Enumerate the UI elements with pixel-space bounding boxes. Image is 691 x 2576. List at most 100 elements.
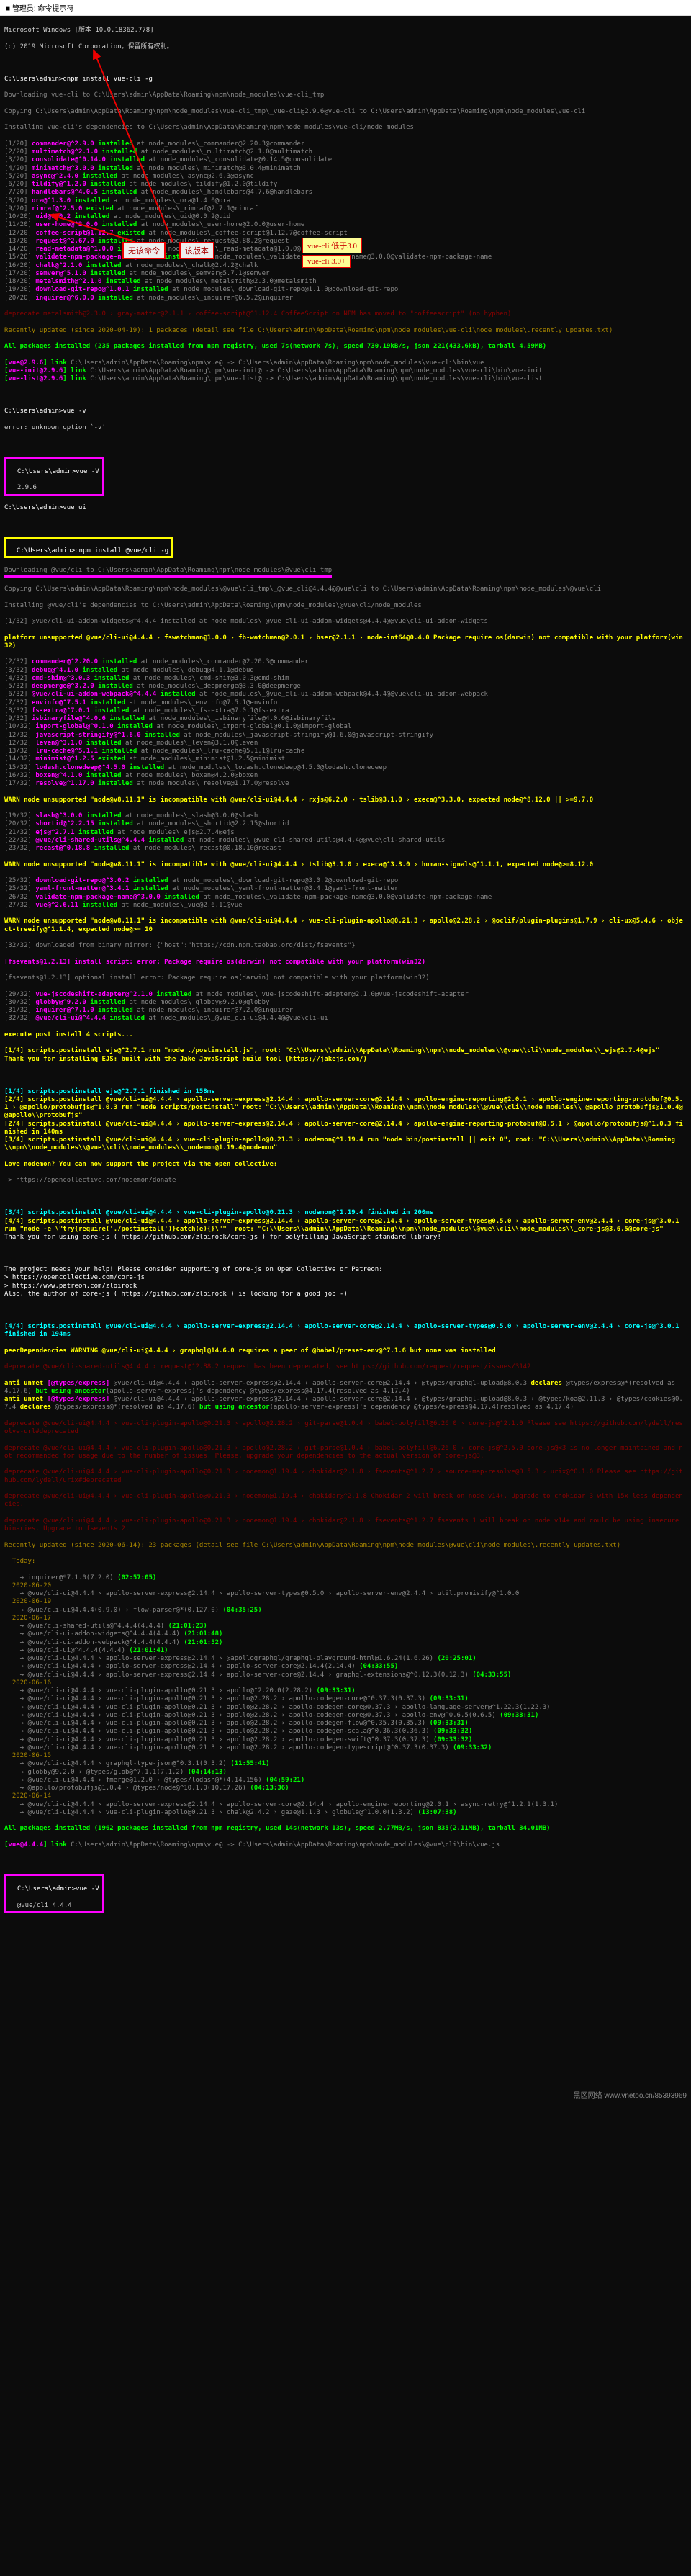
log-line: Recently updated (since 2020-04-19): 1 p…: [4, 327, 687, 335]
prompt-line: C:\Users\admin>vue -V: [17, 1885, 99, 1893]
fsevents-line: [fsevents@1.2.13] install script: error:…: [4, 959, 687, 966]
tree-line: → @vue/cli-ui@^4.4.4(4.4.4) (21:01:41): [4, 1647, 687, 1655]
log-line: Installing vue-cli's dependencies to C:\…: [4, 124, 687, 132]
success-line: All packages installed (1962 packages in…: [4, 1825, 687, 1833]
version-output: @vue/cli 4.4.4: [17, 1902, 72, 1909]
install-step: [8/20] ora@^1.3.0 installed at node_modu…: [4, 197, 687, 205]
nodemon-msg: Love nodemon? You can now support the pr…: [4, 1161, 687, 1169]
install-step: [12/32] javascript-stringify@^1.6.0 inst…: [4, 732, 687, 740]
install-step: [5/32] deepmerge@^3.2.0 installed at nod…: [4, 683, 687, 691]
script-line: Thank you for using core-js ( https://gi…: [4, 1234, 687, 1242]
script-line: [3/4] scripts.postinstall @vue/cli-ui@4.…: [4, 1209, 687, 1217]
tree-line: → @vue/cli-ui@4.4.4 › vue-cli-plugin-apo…: [4, 1744, 687, 1752]
tree-line: 2020-06-17: [4, 1615, 687, 1623]
peer-warn: peerDependencies WARNING @vue/cli-ui@4.4…: [4, 1347, 687, 1355]
deprecate-line: deprecate @vue/cli-ui@4.4.4 › vue-cli-pl…: [4, 1517, 687, 1534]
terminal-output[interactable]: Microsoft Windows [版本 10.0.18362.778] (c…: [0, 16, 691, 2103]
script-line: [4/4] scripts.postinstall @vue/cli-ui@4.…: [4, 1323, 687, 1339]
install-step: [1/20] commander@^2.9.0 installed at nod…: [4, 140, 687, 148]
install-step: [23/32] recast@^0.18.8 installed at node…: [4, 845, 687, 853]
install-step: [26/32] validate-npm-package-name@^3.0.0…: [4, 894, 687, 902]
nodemon-url: > https://opencollective.com/nodemon/don…: [4, 1177, 687, 1185]
highlighted-cmd-box: C:\Users\admin>vue -V 2.9.6: [4, 457, 104, 496]
script-line: [2/4] scripts.postinstall @vue/cli-ui@4.…: [4, 1096, 687, 1121]
log-line: Installing @vue/cli's dependencies to C:…: [4, 602, 687, 610]
label-badge: vue-cli 3.0+: [302, 255, 351, 268]
highlighted-cmd-box: C:\Users\admin>cnpm install @vue/cli -g: [4, 537, 173, 559]
version-output: 2.9.6: [17, 484, 37, 491]
link-line: [vue-list@2.9.6] link C:\Users\admin\App…: [4, 375, 687, 383]
install-step: [10/32] import-global@^0.1.0 installed a…: [4, 723, 687, 731]
install-step: [5/20] async@^2.4.0 installed at node_mo…: [4, 173, 687, 181]
link-line: [vue@2.9.6] link C:\Users\admin\AppData\…: [4, 359, 687, 367]
tree-line: 2020-06-15: [4, 1752, 687, 1760]
tree-line: → @vue/cli-ui@4.4.4 › vue-cli-plugin-apo…: [4, 1695, 687, 1703]
label-text: vue-cli 3.0+: [302, 255, 351, 268]
tree-line: → @vue/cli-shared-utils@^4.4.4(4.4.4) (2…: [4, 1623, 687, 1630]
install-step: [11/20] user-home@^2.0.0 installed at no…: [4, 221, 687, 229]
install-step: [9/20] rimraf@^2.5.0 existed at node_mod…: [4, 205, 687, 213]
label-badge: vue-cli 低于3.0: [302, 238, 362, 253]
header-line: (c) 2019 Microsoft Corporation。保留所有权利。: [4, 43, 687, 51]
deprecate-line: deprecate @vue/cli-shared-utils@4.4.4 › …: [4, 1363, 687, 1371]
install-step: [27/32] vue@^2.6.11 installed at node_mo…: [4, 902, 687, 910]
install-step: [14/32] minimist@^1.2.5 existed at node_…: [4, 755, 687, 763]
tree-line: → @vue/cli-ui@4.4.4 › vue-cli-plugin-apo…: [4, 1712, 687, 1720]
warn-line: WARN node unsupported "node@v8.11.1" is …: [4, 917, 687, 934]
deprecate-line: deprecate metalsmith@2.3.0 › gray-matter…: [4, 310, 687, 318]
install-step: [3/20] consolidate@^0.14.0 installed at …: [4, 156, 687, 164]
log-line: Also, the author of core-js ( https://gi…: [4, 1291, 687, 1298]
tree-line: → @apollo/protobufjs@1.0.4 › @types/node…: [4, 1785, 687, 1792]
install-step: [7/32] envinfo@^7.5.1 installed at node_…: [4, 699, 687, 707]
install-step: [12/20] coffee-script@1.12.7 existed at …: [4, 230, 687, 238]
install-step: [16/32] boxen@^4.1.0 installed at node_m…: [4, 772, 687, 780]
link-line: [vue-init@2.9.6] link C:\Users\admin\App…: [4, 367, 687, 375]
tree-line: → inquirer@*7.1.0(7.2.0) (02:57:05): [4, 1574, 687, 1582]
install-step: [19/20] download-git-repo@^1.0.1 install…: [4, 286, 687, 294]
tree-line: → @vue/cli-ui@4.4.4 › vue-cli-plugin-apo…: [4, 1704, 687, 1712]
tree-line: → @vue/cli-ui@4.4.4 › vue-cli-plugin-apo…: [4, 1687, 687, 1695]
tree-line: → @vue/cli-ui@4.4.4 › vue-cli-plugin-apo…: [4, 1720, 687, 1728]
script-line: [4/4] scripts.postinstall @vue/cli-ui@4.…: [4, 1218, 687, 1234]
install-step: [13/32] lru-cache@^5.1.1 installed at no…: [4, 748, 687, 755]
label-text: vue-cli 低于3.0: [302, 238, 362, 253]
log-line: Copying C:\Users\admin\AppData\Roaming\n…: [4, 585, 687, 593]
log-line: [1/4] scripts.postinstall ejs@^2.7.1 run…: [4, 1047, 687, 1055]
tree-line: → @vue/cli-ui@4.4.4 › vue-cli-plugin-apo…: [4, 1728, 687, 1736]
install-step: [17/20] semver@^5.1.0 installed at node_…: [4, 270, 687, 278]
log-line: Downloading vue-cli to C:\Users\admin\Ap…: [4, 91, 687, 99]
install-step: [10/20] uid@0.0.2 installed at node_modu…: [4, 213, 687, 221]
install-step: [31/32] inquirer@^7.1.0 installed at nod…: [4, 1007, 687, 1015]
tree-line: 2020-06-14: [4, 1792, 687, 1800]
prompt-line: C:\Users\admin>vue ui: [4, 504, 687, 512]
install-step: [6/20] tildify@^1.2.0 installed at node_…: [4, 181, 687, 189]
install-step: [12/32] leven@^3.1.0 installed at node_m…: [4, 740, 687, 748]
install-step: [18/20] metalsmith@^2.1.0 installed at n…: [4, 278, 687, 286]
tree-line: 2020-06-20: [4, 1582, 687, 1590]
success-line: All packages installed (235 packages ins…: [4, 343, 687, 351]
tree-line: → @vue/cli-ui-addon-widgets@^4.4.4(4.4.4…: [4, 1630, 687, 1638]
script-line: [1/4] scripts.postinstall ejs@^2.7.1 fin…: [4, 1088, 687, 1096]
highlighted-cmd-box: C:\Users\admin>vue -V @vue/cli 4.4.4: [4, 1874, 104, 1913]
tree-line: → @vue/cli-ui@4.4.4 › apollo-server-expr…: [4, 1590, 687, 1598]
install-step: [15/32] lodash.clonedeep@^4.5.0 installe…: [4, 764, 687, 772]
log-line: > https://opencollective.com/core-js: [4, 1274, 687, 1282]
log-line: Thank you for installing EJS: built with…: [4, 1056, 687, 1064]
log-line: [fsevents@1.2.13] optional install error…: [4, 974, 687, 982]
today-label: Today:: [4, 1558, 687, 1566]
log-line: [1/32] @vue/cli-ui-addon-widgets@^4.4.4 …: [4, 618, 687, 626]
install-step: [17/32] resolve@^1.17.0 installed at nod…: [4, 780, 687, 788]
annotation-label: 无该命令: [122, 242, 166, 259]
underlined-log: Downloading @vue/cli to C:\Users\admin\A…: [4, 567, 332, 578]
install-step: [30/32] globby@^9.2.0 installed at node_…: [4, 999, 687, 1007]
deprecate-line: deprecate @vue/cli-ui@4.4.4 › vue-cli-pl…: [4, 1445, 687, 1461]
install-step: [25/32] download-git-repo@^3.0.2 install…: [4, 877, 687, 885]
log-line: > https://www.patreon.com/zloirock: [4, 1283, 687, 1291]
tree-line: → @vue/cli-ui@4.4.4 › vue-cli-plugin-apo…: [4, 1809, 687, 1817]
install-step: [6/32] @vue/cli-ui-addon-webpack@^4.4.4 …: [4, 691, 687, 699]
tree-line: → @vue/cli-ui@4.4.4 › graphql-type-json@…: [4, 1760, 687, 1768]
annotation-label: 该版本: [179, 242, 214, 259]
window-title-bar: ■ 管理员: 命令提示符: [0, 0, 691, 16]
install-step: [4/32] cmd-shim@^3.0.3 installed at node…: [4, 675, 687, 683]
unmet-line: anti unmet [@types/express] @vue/cli-ui@…: [4, 1380, 687, 1396]
